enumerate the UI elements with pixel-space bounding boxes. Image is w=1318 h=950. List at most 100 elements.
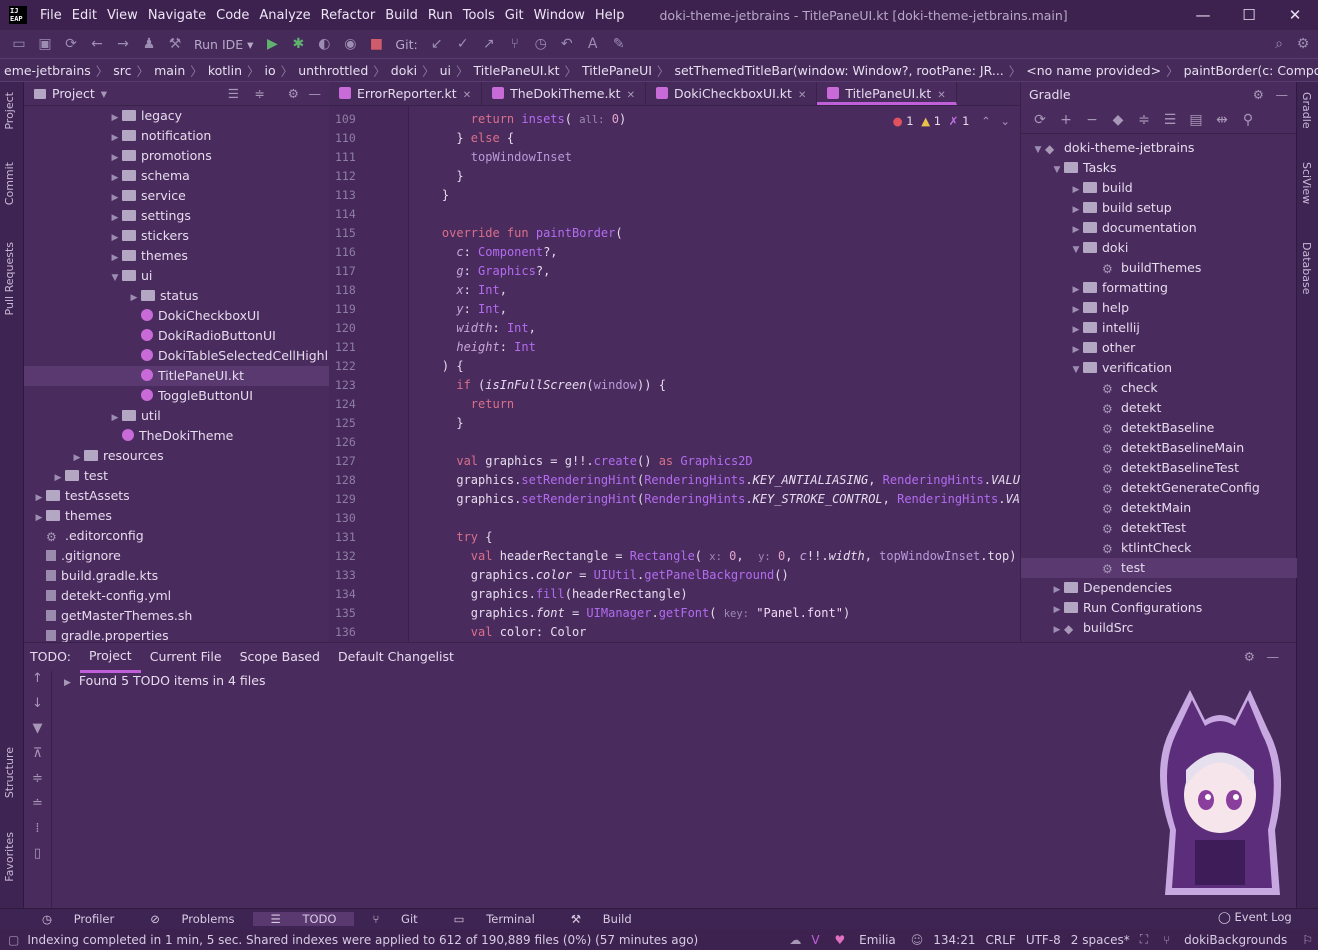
inspection-widget[interactable]: ● 1 ▲ 1 ✗ 1 ⌃ ⌄ [893,114,1010,128]
link-icon[interactable]: ⇹ [1209,112,1235,128]
code-line[interactable]: val graphics = g!!.create() as Graphics2… [413,454,752,468]
expand-icon[interactable]: ≑ [24,771,51,796]
tree-item[interactable]: ▶ Run Configurations [1021,598,1297,618]
tree-item[interactable]: detekt-config.yml [24,586,329,606]
tree-item[interactable]: ▶ test [24,466,329,486]
close-tab-icon[interactable]: ✕ [798,90,806,101]
tree-item[interactable]: ▶ notification [24,126,329,146]
menu-refactor[interactable]: Refactor [316,8,381,23]
tree-item[interactable]: ▶ schema [24,166,329,186]
filter-icon[interactable]: ▼ [24,721,51,746]
menu-analyze[interactable]: Analyze [254,8,315,23]
editor-tab[interactable]: TitlePaneUI.kt ✕ [817,82,957,105]
tree-item[interactable]: ▼ ui [24,266,329,286]
tree-item[interactable]: ▶ build setup [1021,198,1297,218]
tree-item[interactable]: ⚙ detektBaselineMain [1021,438,1297,458]
tree-item[interactable]: ▼ Tasks [1021,158,1297,178]
bottom-tab-terminal[interactable]: ▭ Terminal [436,912,553,926]
close-button[interactable]: ✕ [1272,0,1318,30]
tree-item[interactable]: ▶ Dependencies [1021,578,1297,598]
ide-icon[interactable]: A [580,36,606,52]
git-push-icon[interactable]: ↗ [476,36,502,52]
code-line[interactable]: graphics.fill(headerRectangle) [413,587,688,601]
back-icon[interactable]: ← [84,36,110,52]
tree-item[interactable]: ▶ util [24,406,329,426]
breadcrumb-item[interactable]: TitlePaneUI [578,63,656,78]
run-config-select[interactable]: Run IDE ▾ [188,37,259,52]
status-toggle-icon[interactable]: ▢ [0,933,27,947]
tree-item[interactable]: ▶ documentation [1021,218,1297,238]
tree-item[interactable]: ▶ themes [24,246,329,266]
menu-edit[interactable]: Edit [67,8,102,23]
tree-item[interactable]: ⚙ detektGenerateConfig [1021,478,1297,498]
event-log-button[interactable]: ◯ Event Log [1218,910,1292,924]
editor-tab[interactable]: TheDokiTheme.kt ✕ [482,82,646,105]
stop-icon[interactable]: ■ [363,36,389,52]
code-line[interactable]: c: Component?, [413,245,557,259]
code-line[interactable]: return [413,397,514,411]
up-arrow-icon[interactable]: ↑ [24,671,51,696]
bottom-tab-profiler[interactable]: ◷ Profiler [24,912,132,926]
tree-item[interactable]: ⚙ test [1021,558,1297,578]
tool-tab-gradle[interactable]: Gradle [1300,92,1313,129]
tool-tab-sciview[interactable]: SciView [1300,162,1313,204]
status-message[interactable]: Indexing completed in 1 min, 5 sec. Shar… [27,933,698,947]
code-line[interactable]: topWindowInset [413,150,572,164]
breadcrumb-item[interactable]: main [150,63,189,78]
menu-run[interactable]: Run [423,8,458,23]
code-line[interactable]: } [413,169,463,183]
indent-setting[interactable]: 2 spaces* [1066,933,1135,947]
editor-tab[interactable]: DokiCheckboxUI.kt ✕ [646,82,818,105]
elephant-icon[interactable]: ◆ [1105,112,1131,128]
collapse-all-icon[interactable]: ☰ [228,86,239,101]
sync-icon[interactable]: ⟳ [58,36,84,52]
tree-item[interactable]: ▶ ◆ buildSrc [1021,618,1297,638]
git-update-icon[interactable]: ↙ [424,36,450,52]
menu-git[interactable]: Git [500,8,529,23]
bottom-tab-git[interactable]: ⑂ Git [354,912,435,926]
editor-tab[interactable]: ErrorReporter.kt ✕ [329,82,483,105]
tool-tab-database[interactable]: Database [1300,242,1313,295]
chevron-down-icon[interactable]: ⌄ [1000,114,1010,128]
tree-item[interactable]: .gitignore [24,546,329,566]
tool-tab-favorites[interactable]: Favorites [3,832,16,882]
breadcrumb-item[interactable]: unthrottled [294,63,372,78]
tree-item[interactable]: DokiTableSelectedCellHighlightB [24,346,329,366]
code-line[interactable]: } [413,188,449,202]
remove-icon[interactable]: − [1079,112,1105,128]
breadcrumb-item[interactable]: doki [387,63,421,78]
todo-result-row[interactable]: ▶ Found 5 TODO items in 4 files [64,673,265,688]
refresh-icon[interactable]: ⟳ [1027,112,1053,128]
tree-item[interactable]: ▼ ◆ doki-theme-jetbrains [1021,138,1297,158]
tree-item[interactable]: ▶ stickers [24,226,329,246]
breadcrumb-item[interactable]: ui [436,63,455,78]
breadcrumb-item[interactable]: eme-jetbrains [0,63,95,78]
gear-icon[interactable]: ⚙ [288,86,299,101]
tree-item[interactable]: ▶ resources [24,446,329,466]
rollback-icon[interactable]: ↶ [554,36,580,52]
code-line[interactable]: graphics.color = UIUtil.getPanelBackgrou… [413,568,789,582]
breadcrumb-item[interactable]: kotlin [204,63,246,78]
lock-icon[interactable]: ⛶ [1135,932,1153,947]
tree-item[interactable]: ▶ legacy [24,106,329,126]
tree-item[interactable]: ⚙ detektTest [1021,518,1297,538]
breadcrumb-item[interactable]: src [109,63,135,78]
tree-item[interactable]: ▶ formatting [1021,278,1297,298]
tree-item[interactable]: ⚙ check [1021,378,1297,398]
bottom-tab-build[interactable]: ⚒ Build [553,912,650,926]
run-icon[interactable]: ▶ [259,36,285,52]
menu-navigate[interactable]: Navigate [143,8,211,23]
forward-icon[interactable]: → [110,36,136,52]
tree-item[interactable]: getMasterThemes.sh [24,606,329,626]
code-line[interactable]: y: Int, [413,302,507,316]
menu-build[interactable]: Build [380,8,423,23]
git-commit-icon[interactable]: ✓ [450,36,476,52]
tool-tab-project[interactable]: Project [3,92,16,130]
code-line[interactable]: graphics.font = UIManager.getFont( key: … [413,606,850,620]
tree-item[interactable]: TitlePaneUI.kt [24,366,329,386]
tree-item[interactable]: build.gradle.kts [24,566,329,586]
project-panel-title[interactable]: Project [52,86,95,101]
code-line[interactable]: override fun paintBorder( [413,226,623,240]
tool-tab-pull-requests[interactable]: Pull Requests [3,242,16,315]
bottom-tab-todo[interactable]: ☰ TODO [252,912,355,926]
